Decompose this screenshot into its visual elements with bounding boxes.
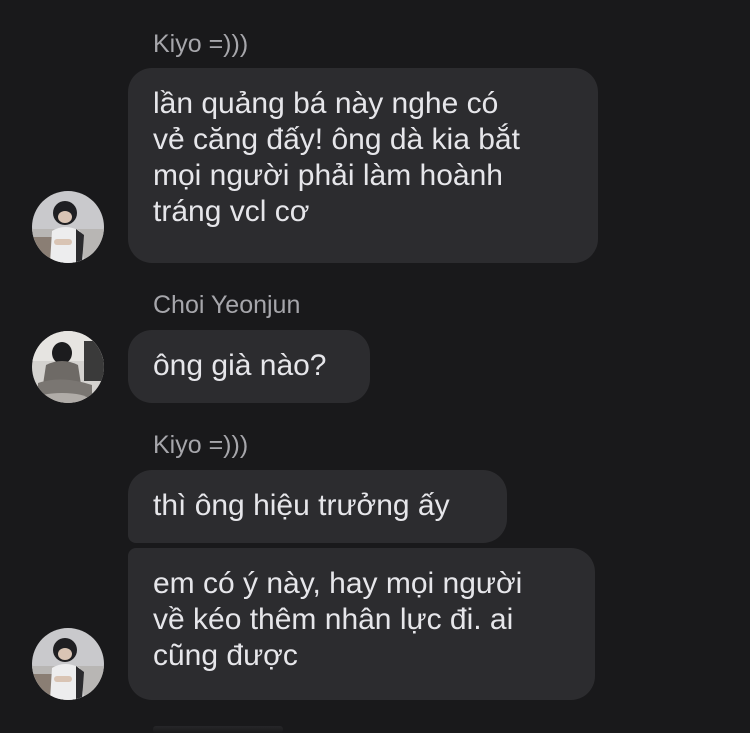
message-line: em có ý này, hay mọi người — [153, 567, 523, 600]
message-line: vẻ căng đấy! ông dà kia bắt — [153, 123, 520, 156]
kiyo-avatar-photo-icon — [32, 628, 104, 700]
message-line: lần quảng bá này nghe có — [153, 87, 499, 120]
message-bubble[interactable]: lần quảng bá này nghe có vẻ căng đấy! ôn… — [128, 68, 598, 263]
message-line: mọi người phải làm hoành — [153, 159, 503, 192]
yeonjun-avatar-photo-icon — [32, 331, 104, 403]
message-line: về kéo thêm nhân lực đi. ai — [153, 603, 514, 636]
avatar-choi-yeonjun[interactable] — [32, 331, 104, 403]
sender-name-kiyo: Kiyo =))) — [153, 30, 249, 58]
message-line: ông già nào? — [153, 349, 327, 382]
sender-name-kiyo: Kiyo =))) — [153, 431, 249, 459]
message-bubble[interactable]: ông già nào? — [128, 330, 370, 403]
message-bubble[interactable]: em có ý này, hay mọi người về kéo thêm n… — [128, 548, 595, 700]
avatar-kiyo[interactable] — [32, 191, 104, 263]
message-line: thì ông hiệu trưởng ấy — [153, 489, 450, 522]
message-bubble[interactable]: thì ông hiệu trưởng ấy — [128, 470, 507, 543]
message-line: cũng được — [153, 639, 298, 672]
message-line: tráng vcl cơ — [153, 195, 310, 228]
sender-name-choi-yeonjun: Choi Yeonjun — [153, 291, 301, 319]
next-sender-name-clipped — [153, 726, 303, 733]
kiyo-avatar-photo-icon — [32, 191, 104, 263]
avatar-kiyo[interactable] — [32, 628, 104, 700]
